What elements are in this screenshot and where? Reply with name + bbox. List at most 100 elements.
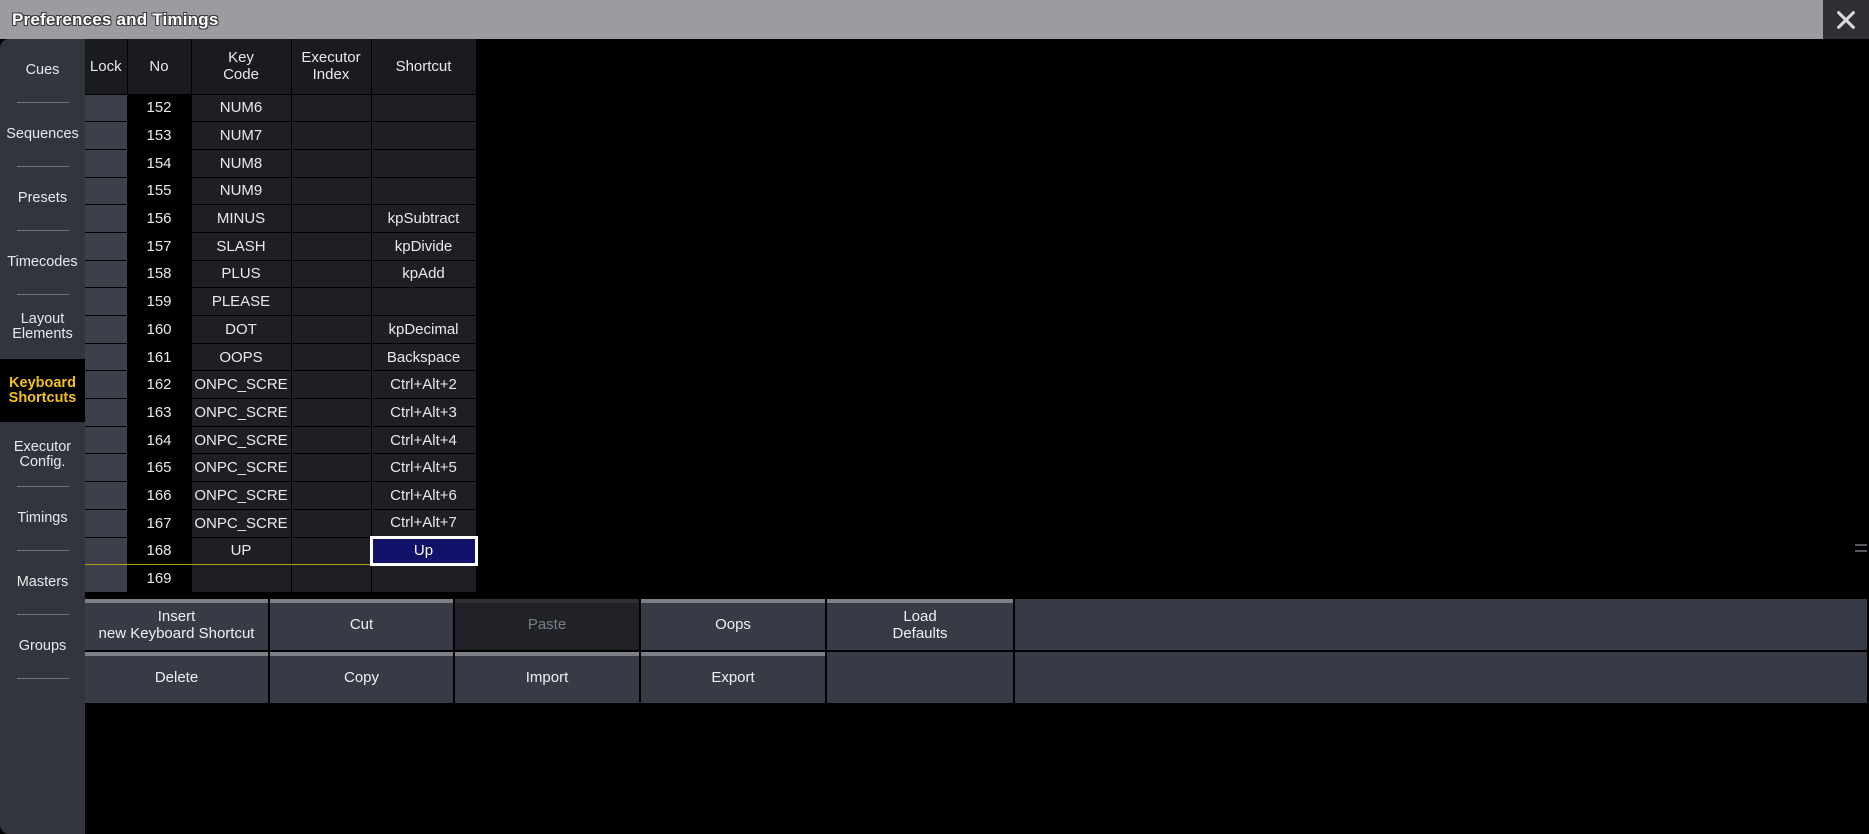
cell-no[interactable]: 153 [127, 121, 192, 150]
cell-executor-index[interactable] [291, 536, 372, 566]
export-button[interactable]: Export [641, 652, 827, 703]
cell-executor-index[interactable] [291, 94, 372, 123]
cell-shortcut[interactable]: Ctrl+Alt+5 [371, 453, 477, 483]
cell-executor-index[interactable] [291, 564, 372, 593]
cell-key-code[interactable]: ONPC_SCRE [191, 370, 292, 400]
cell-lock[interactable] [85, 232, 128, 261]
sidebar-item-timecodes[interactable]: Timecodes [0, 231, 85, 294]
cell-key-code[interactable]: ONPC_SCRE [191, 398, 292, 427]
cell-no[interactable]: 156 [127, 204, 192, 233]
column-header-key-code[interactable]: Key Code [191, 39, 292, 95]
cell-shortcut-focused[interactable]: Up [369, 535, 478, 567]
cell-executor-index[interactable] [291, 260, 372, 289]
table-row[interactable]: 161 OOPS Backspace [85, 343, 477, 372]
table-row[interactable]: 163 ONPC_SCRE Ctrl+Alt+3 [85, 398, 477, 427]
cell-shortcut[interactable] [371, 177, 477, 206]
cell-shortcut[interactable]: kpAdd [371, 260, 477, 289]
cell-shortcut[interactable]: kpDivide [371, 232, 477, 261]
cell-executor-index[interactable] [291, 509, 372, 538]
cell-key-code[interactable]: NUM8 [191, 149, 292, 178]
column-header-executor-index[interactable]: Executor Index [291, 39, 372, 95]
cell-key-code[interactable]: ONPC_SCRE [191, 509, 292, 538]
table-row[interactable]: 157 SLASH kpDivide [85, 232, 477, 261]
cell-key-code[interactable]: MINUS [191, 204, 292, 233]
cell-key-code[interactable]: NUM9 [191, 177, 292, 206]
cut-button[interactable]: Cut [270, 599, 455, 650]
cell-executor-index[interactable] [291, 287, 372, 316]
cell-no[interactable]: 158 [127, 260, 192, 289]
cell-lock[interactable] [85, 121, 128, 150]
column-header-no[interactable]: No [127, 39, 192, 95]
cell-key-code[interactable]: NUM7 [191, 121, 292, 150]
cell-no[interactable]: 167 [127, 509, 192, 538]
cell-no[interactable]: 155 [127, 177, 192, 206]
cell-no[interactable]: 165 [127, 453, 192, 483]
sidebar-item-presets[interactable]: Presets [0, 167, 85, 230]
sidebar-item-timings[interactable]: Timings [0, 487, 85, 550]
cell-no[interactable]: 164 [127, 426, 192, 455]
table-row[interactable]: 160 DOT kpDecimal [85, 315, 477, 344]
cell-shortcut[interactable]: Ctrl+Alt+4 [371, 426, 477, 455]
paste-button[interactable]: Paste [455, 599, 641, 650]
cell-shortcut[interactable] [371, 149, 477, 178]
copy-button[interactable]: Copy [270, 652, 455, 703]
cell-no[interactable]: 157 [127, 232, 192, 261]
cell-executor-index[interactable] [291, 453, 372, 483]
cell-executor-index[interactable] [291, 426, 372, 455]
cell-key-code[interactable]: ONPC_SCRE [191, 426, 292, 455]
table-row[interactable]: 164 ONPC_SCRE Ctrl+Alt+4 [85, 426, 477, 455]
sidebar-item-layout-elements[interactable]: Layout Elements [0, 295, 85, 358]
sidebar-item-groups[interactable]: Groups [0, 615, 85, 678]
table-row[interactable]: 167 ONPC_SCRE Ctrl+Alt+7 [85, 509, 477, 538]
cell-shortcut[interactable]: kpDecimal [371, 315, 477, 344]
cell-no[interactable]: 162 [127, 370, 192, 400]
table-row[interactable]: 168 UP Up [85, 535, 478, 567]
cell-key-code[interactable]: PLEASE [191, 287, 292, 316]
table-row[interactable]: 155 NUM9 [85, 177, 477, 206]
cell-shortcut[interactable] [371, 121, 477, 150]
cell-no[interactable]: 166 [127, 481, 192, 510]
cell-no[interactable]: 154 [127, 149, 192, 178]
cell-key-code[interactable]: DOT [191, 315, 292, 344]
cell-lock[interactable] [85, 315, 128, 344]
sidebar-item-executor-config[interactable]: Executor Config. [0, 423, 85, 486]
cell-executor-index[interactable] [291, 315, 372, 344]
cell-lock[interactable] [85, 177, 128, 206]
sidebar-item-keyboard-shortcuts[interactable]: Keyboard Shortcuts [0, 359, 85, 422]
cell-lock[interactable] [85, 509, 128, 538]
cell-key-code[interactable]: OOPS [191, 343, 292, 372]
insert-new-keyboard-shortcut-button[interactable]: Insert new Keyboard Shortcut [85, 599, 270, 650]
cell-lock[interactable] [85, 536, 128, 566]
cell-lock[interactable] [85, 564, 128, 593]
cell-lock[interactable] [85, 287, 128, 316]
cell-executor-index[interactable] [291, 343, 372, 372]
cell-no[interactable]: 163 [127, 398, 192, 427]
cell-lock[interactable] [85, 204, 128, 233]
sidebar-item-masters[interactable]: Masters [0, 551, 85, 614]
cell-lock[interactable] [85, 398, 128, 427]
cell-lock[interactable] [85, 426, 128, 455]
cell-no[interactable]: 161 [127, 343, 192, 372]
cell-executor-index[interactable] [291, 177, 372, 206]
cell-lock[interactable] [85, 343, 128, 372]
cell-executor-index[interactable] [291, 149, 372, 178]
sidebar-item-more[interactable] [0, 679, 85, 742]
table-row[interactable]: 152 NUM6 [85, 94, 477, 123]
close-button[interactable] [1823, 0, 1869, 39]
cell-lock[interactable] [85, 481, 128, 510]
load-defaults-button[interactable]: Load Defaults [827, 599, 1015, 650]
cell-no[interactable]: 152 [127, 94, 192, 123]
cell-lock[interactable] [85, 94, 128, 123]
cell-lock[interactable] [85, 149, 128, 178]
scrollbar-handle[interactable] [1855, 540, 1867, 576]
table-row[interactable]: 159 PLEASE [85, 287, 477, 316]
cell-key-code[interactable]: ONPC_SCRE [191, 481, 292, 510]
cell-shortcut[interactable] [371, 287, 477, 316]
cell-key-code[interactable]: ONPC_SCRE [191, 453, 292, 483]
cell-shortcut[interactable]: kpSubtract [371, 204, 477, 233]
cell-no[interactable]: 169 [127, 564, 192, 593]
sidebar-item-sequences[interactable]: Sequences [0, 103, 85, 166]
table-row[interactable]: 153 NUM7 [85, 121, 477, 150]
cell-key-code[interactable]: PLUS [191, 260, 292, 289]
cell-lock[interactable] [85, 260, 128, 289]
